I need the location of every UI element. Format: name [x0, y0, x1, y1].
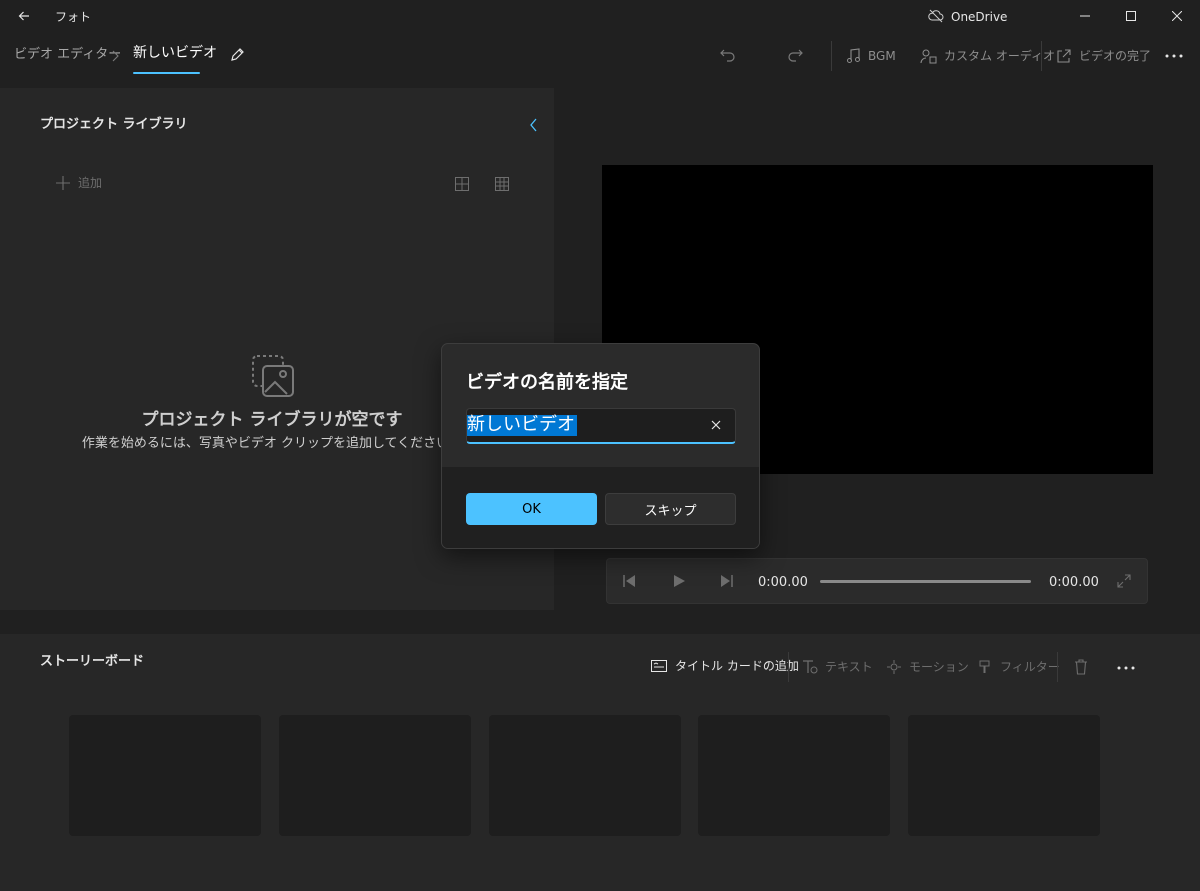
breadcrumb-current[interactable]: 新しいビデオ [133, 46, 217, 60]
finish-video-button[interactable]: ビデオの完了 [1056, 48, 1151, 64]
breadcrumb-underline [133, 72, 200, 74]
toolbar-divider [1057, 652, 1058, 682]
storyboard-slot[interactable] [489, 715, 681, 836]
library-title: プロジェクト ライブラリ [40, 117, 188, 132]
expand-icon[interactable] [1117, 574, 1131, 588]
seek-slider[interactable] [820, 580, 1031, 583]
small-grid-icon[interactable] [495, 177, 509, 191]
total-time: 0:00.00 [1049, 575, 1099, 590]
add-label: 追加 [78, 176, 103, 190]
breadcrumb-parent[interactable]: ビデオ エディター [14, 48, 121, 61]
trash-icon[interactable] [1074, 659, 1088, 675]
more-options-icon[interactable] [1165, 54, 1185, 58]
collapse-chevron-icon[interactable] [529, 118, 539, 132]
title-card-icon [651, 660, 667, 672]
share-icon [1056, 48, 1072, 64]
add-title-card-button[interactable]: タイトル カードの追加 [651, 660, 799, 672]
storyboard-slot[interactable] [279, 715, 471, 836]
name-video-dialog: ビデオの名前を指定 新しいビデオ OK スキップ [441, 343, 760, 549]
cloud-off-icon [928, 9, 944, 23]
back-arrow-icon[interactable] [12, 6, 36, 26]
dialog-title: ビデオの名前を指定 [466, 372, 628, 393]
previous-frame-icon[interactable] [622, 574, 636, 588]
filter-button[interactable]: フィルター [978, 660, 1060, 674]
maximize-icon[interactable] [1108, 0, 1154, 32]
text-button[interactable]: テキスト [802, 660, 873, 674]
toolbar-divider [788, 652, 789, 682]
video-name-value: 新しいビデオ [467, 414, 577, 436]
storyboard-panel: ストーリーボード タイトル カードの追加 テキスト モーション フィルター [0, 634, 1200, 891]
custom-audio-label: カスタム オーディオ [944, 49, 1055, 63]
play-icon[interactable] [672, 574, 686, 588]
next-frame-icon[interactable] [720, 574, 734, 588]
large-grid-icon[interactable] [455, 177, 469, 191]
person-audio-icon [920, 48, 938, 64]
bgm-button[interactable]: BGM [846, 48, 896, 64]
motion-button[interactable]: モーション [886, 660, 969, 674]
onedrive-label[interactable]: OneDrive [951, 11, 1007, 23]
close-icon[interactable] [1154, 0, 1200, 32]
plus-icon [56, 176, 70, 190]
chevron-right-icon [111, 50, 119, 62]
minimize-icon[interactable] [1062, 0, 1108, 32]
header-divider [1041, 41, 1042, 71]
motion-icon [886, 660, 902, 674]
clear-input-icon[interactable] [711, 420, 721, 430]
skip-button[interactable]: スキップ [605, 493, 736, 525]
ok-button[interactable]: OK [466, 493, 597, 525]
filter-brush-icon [978, 660, 992, 674]
custom-audio-button[interactable]: カスタム オーディオ [920, 48, 1055, 64]
motion-label: モーション [909, 660, 969, 674]
finish-video-label: ビデオの完了 [1079, 49, 1152, 63]
add-title-card-label: タイトル カードの追加 [675, 659, 799, 673]
dialog-footer: OK スキップ [442, 467, 759, 548]
filter-label: フィルター [1000, 660, 1060, 674]
image-gallery-icon [251, 354, 295, 398]
add-media-button[interactable]: 追加 [56, 176, 102, 190]
redo-icon[interactable] [786, 47, 804, 63]
bgm-label: BGM [868, 49, 896, 63]
current-time: 0:00.00 [758, 575, 808, 590]
title-bar: フォト OneDrive [0, 0, 1200, 34]
pencil-icon[interactable] [229, 47, 245, 63]
video-name-input[interactable]: 新しいビデオ [466, 408, 736, 444]
text-label: テキスト [825, 660, 873, 674]
storyboard-slot[interactable] [69, 715, 261, 836]
storyboard-title: ストーリーボード [40, 654, 145, 669]
storyboard-slot[interactable] [698, 715, 890, 836]
app-title: フォト [55, 10, 92, 24]
music-note-icon [846, 48, 860, 64]
playback-bar: 0:00.00 0:00.00 [606, 558, 1148, 604]
storyboard-slot[interactable] [908, 715, 1100, 836]
text-icon [802, 660, 818, 674]
undo-icon[interactable] [719, 47, 737, 63]
storyboard-more-icon[interactable] [1117, 666, 1137, 670]
header-divider [831, 41, 832, 71]
